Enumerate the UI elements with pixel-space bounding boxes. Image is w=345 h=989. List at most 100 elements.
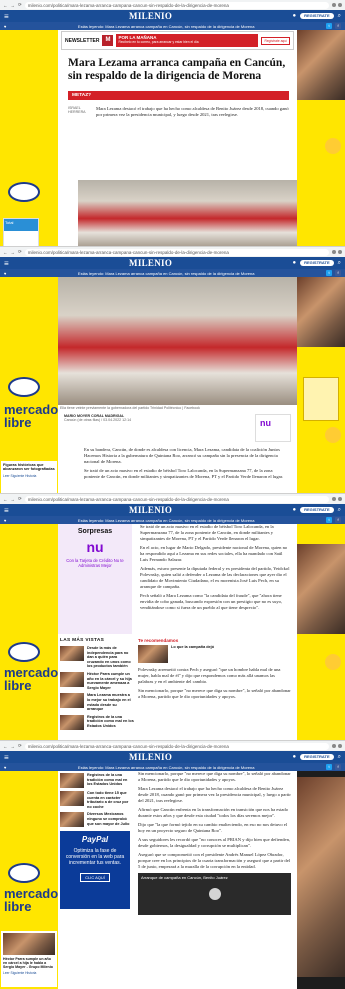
right-ad[interactable] xyxy=(297,524,345,740)
most-viewed-item[interactable]: Registros de la una tradición como mal e… xyxy=(60,714,134,730)
forward-icon[interactable]: → xyxy=(11,497,16,502)
site-logo[interactable]: MILENIO xyxy=(129,11,172,21)
nu-side-ad[interactable]: Sorpresas nu Con la Tarjeta de Crédito N… xyxy=(58,524,132,634)
register-button[interactable]: REGISTRATE xyxy=(300,754,334,760)
forward-icon[interactable]: → xyxy=(11,250,16,255)
right-ad[interactable] xyxy=(297,771,345,989)
facebook-icon[interactable]: f xyxy=(335,270,341,276)
screenshot-frame-4: ← → ⟳ milenio.com/politica/mara-lezama-arr… xyxy=(0,741,345,989)
forward-icon[interactable]: → xyxy=(11,3,16,8)
most-viewed-item[interactable]: Héctor Parra cumple un año en la cárcel … xyxy=(60,671,134,690)
search-icon[interactable]: ⌕ xyxy=(338,754,341,761)
profile-icon[interactable] xyxy=(338,250,342,254)
menu-icon[interactable]: ≡ xyxy=(4,506,9,515)
article-paragraph: Sin mencionarlo, porque "no merece que d… xyxy=(138,771,291,782)
reload-icon[interactable]: ⟳ xyxy=(18,496,22,502)
twitter-icon[interactable]: t xyxy=(326,23,332,29)
promo-link[interactable]: Leer Siguiente Historia xyxy=(3,474,55,478)
ad-video-person xyxy=(297,777,345,977)
extension-icon[interactable] xyxy=(332,3,336,7)
user-icon[interactable]: ● xyxy=(293,507,297,513)
profile-icon[interactable] xyxy=(338,3,342,7)
most-viewed-item[interactable]: Registros de la una tradición como mal e… xyxy=(60,773,130,788)
search-icon[interactable]: ⌕ xyxy=(338,260,341,267)
emoji-icon xyxy=(325,427,341,443)
address-bar[interactable]: milenio.com/politica/mara-lezama-arranca… xyxy=(24,248,329,256)
right-ad[interactable] xyxy=(297,30,345,246)
location-icon[interactable]: ♥ xyxy=(4,518,6,523)
location-icon[interactable]: ♥ xyxy=(4,24,6,29)
reload-icon[interactable]: ⟳ xyxy=(18,2,22,8)
promo-card[interactable]: Héctor Parra sumple un año en cárcel a h… xyxy=(1,931,57,987)
facebook-icon[interactable]: f xyxy=(335,23,341,29)
ml-brand-line2: libre xyxy=(4,899,32,914)
nu-ad[interactable]: nu xyxy=(255,414,291,442)
back-icon[interactable]: ← xyxy=(3,3,8,8)
user-icon[interactable]: ● xyxy=(293,260,297,266)
paypal-body: Optimiza la fase de conversión en la web… xyxy=(65,848,125,867)
user-icon[interactable]: ● xyxy=(293,754,297,760)
back-icon[interactable]: ← xyxy=(3,497,8,502)
left-ad-mercadolibre[interactable]: Total xyxy=(0,30,58,246)
promo-card[interactable]: Figuras históricas que alcanzaron ser fo… xyxy=(1,461,57,493)
most-viewed-item[interactable]: Con todo tiene 15 que cuenta en carácter… xyxy=(60,791,130,809)
reload-icon[interactable]: ⟳ xyxy=(18,249,22,255)
side-promo[interactable]: Total xyxy=(3,218,39,246)
extension-icon[interactable] xyxy=(332,497,336,501)
most-viewed-item[interactable]: Desde la más de independencia para no da… xyxy=(60,646,134,669)
video-player[interactable]: Arranque de campaña en Cancún, Benito Ju… xyxy=(138,873,291,915)
related-card[interactable]: Lo que la campaña dejó xyxy=(138,645,291,663)
profile-icon[interactable] xyxy=(338,744,342,748)
profile-icon[interactable] xyxy=(338,497,342,501)
extension-icon[interactable] xyxy=(332,744,336,748)
paypal-ad[interactable]: PayPal Optimiza la fase de conversión en… xyxy=(60,831,130,910)
reload-icon[interactable]: ⟳ xyxy=(18,743,22,749)
register-button[interactable]: REGISTRATE xyxy=(300,13,334,19)
article-paragraph: Pech señaló a Mara Lezama como "la candi… xyxy=(140,593,283,610)
section-tag[interactable]: METAZ? xyxy=(68,91,289,100)
menu-icon[interactable]: ≡ xyxy=(4,753,9,762)
menu-icon[interactable]: ≡ xyxy=(4,259,9,268)
search-icon[interactable]: ⌕ xyxy=(338,507,341,514)
twitter-icon[interactable]: t xyxy=(326,517,332,523)
address-bar[interactable]: milenio.com/politica/mara-lezama-arranca… xyxy=(24,495,329,503)
site-logo[interactable]: MILENIO xyxy=(129,258,172,268)
left-ad-mercadolibre[interactable]: mercado libre Figuras históricas que alc… xyxy=(0,277,58,493)
newsletter-banner[interactable]: NEWSLETTER M POR LA MAÑANA Recíbelo en t… xyxy=(61,31,294,50)
twitter-icon[interactable]: t xyxy=(326,764,332,770)
promo-link[interactable]: Leer Siguiente Historia xyxy=(3,971,55,975)
location-icon[interactable]: ♥ xyxy=(4,271,6,276)
search-icon[interactable]: ⌕ xyxy=(338,13,341,20)
left-ad-mercadolibre[interactable]: mercado libre Héctor Parra sumple un año… xyxy=(0,771,58,989)
newsletter-register-button[interactable]: Regístrate aquí xyxy=(261,36,290,45)
left-ad-mercadolibre[interactable]: mercado libre xyxy=(0,524,58,740)
play-icon[interactable] xyxy=(208,888,221,900)
forward-icon[interactable]: → xyxy=(11,744,16,749)
paypal-cta-button[interactable]: CLIC AQUÍ xyxy=(80,873,110,883)
paypal-logo: PayPal xyxy=(81,835,109,845)
most-viewed-item[interactable]: Mara Lezama muestra a lo mejor su trabaj… xyxy=(60,693,134,711)
screenshot-frame-1: ← → ⟳ milenio.com/politica/mara-lezama-a… xyxy=(0,0,345,247)
back-icon[interactable]: ← xyxy=(3,250,8,255)
site-logo[interactable]: MILENIO xyxy=(129,752,172,762)
address-bar[interactable]: milenio.com/politica/mara-lezama-arranca… xyxy=(24,1,329,9)
facebook-icon[interactable]: f xyxy=(335,764,341,770)
extension-icon[interactable] xyxy=(332,250,336,254)
right-ad[interactable] xyxy=(297,277,345,493)
emoji-icon xyxy=(325,654,341,670)
menu-icon[interactable]: ≡ xyxy=(4,12,9,21)
screenshot-frame-3: ← → ⟳ milenio.com/politica/mara-lezama-arr… xyxy=(0,494,345,741)
register-button[interactable]: REGISTRATE xyxy=(300,507,334,513)
location-icon[interactable]: ♥ xyxy=(4,765,6,770)
site-logo[interactable]: MILENIO xyxy=(129,505,172,515)
user-icon[interactable]: ● xyxy=(293,13,297,19)
screenshot-frame-2: ← → ⟳ milenio.com/politica/mara-lezama-arr… xyxy=(0,247,345,494)
address-bar[interactable]: milenio.com/politica/mara-lezama-arranca… xyxy=(24,742,329,750)
register-button[interactable]: REGISTRATE xyxy=(300,260,334,266)
byline: ISRAEL HERRERA xyxy=(68,106,86,114)
facebook-icon[interactable]: f xyxy=(335,517,341,523)
news-thumbnail xyxy=(60,773,84,788)
back-icon[interactable]: ← xyxy=(3,744,8,749)
most-viewed-item[interactable]: Diversos Mexicanos ninguno se comprobó q… xyxy=(60,812,130,828)
twitter-icon[interactable]: t xyxy=(326,270,332,276)
